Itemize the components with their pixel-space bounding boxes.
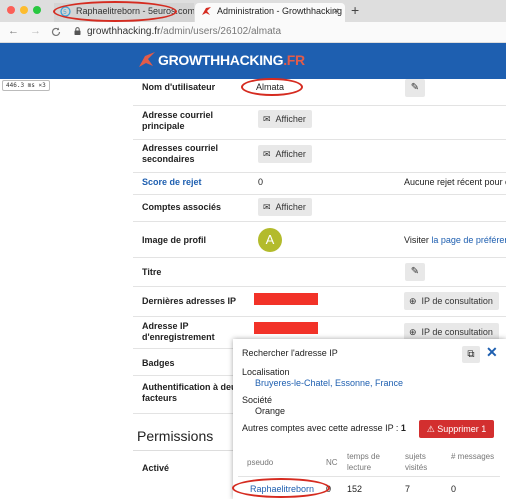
company-label: Société [242, 395, 273, 405]
address-bar: ← → growthhacking.fr/admin/users/26102/a… [0, 22, 506, 43]
title-row: Titre [133, 257, 506, 287]
forward-arrow-icon[interactable]: → [30, 25, 41, 37]
back-arrow-icon[interactable]: ← [8, 25, 19, 37]
pencil-icon: ✎ [410, 82, 420, 93]
window-maximize-button[interactable] [33, 6, 41, 14]
last-ip-label: Dernières adresses IP [142, 296, 237, 306]
reject-score-link[interactable]: Score de rejet [142, 177, 202, 188]
reject-note: Aucune rejet récent pour c [404, 177, 506, 187]
popup-title: Rechercher l'adresse IP [242, 348, 338, 358]
growthhacking-favicon-icon [202, 7, 211, 15]
column-nc[interactable]: NC [326, 457, 338, 468]
avatar[interactable]: A [258, 228, 282, 252]
perf-badge: 446.3 ms ×3 [2, 80, 50, 91]
tab-highlight-circle [53, 1, 177, 22]
window-close-button[interactable] [7, 6, 15, 14]
copy-icon: ⧉ [467, 349, 475, 360]
column-topics[interactable]: sujets visités [405, 451, 439, 473]
browser-tab-administration[interactable]: Administration - Growthhacking × [195, 3, 345, 22]
username-label: Nom d'utilisateur [142, 82, 216, 92]
reject-score-value: 0 [258, 177, 264, 187]
envelope-icon: ✉ [263, 114, 271, 124]
account-reading-time: 152 [347, 484, 363, 494]
reload-icon[interactable] [51, 27, 61, 37]
secondary-email-row: Adresses courriel secondaires [133, 139, 506, 173]
column-pseudo[interactable]: pseudo [247, 457, 273, 468]
redacted-registration-ip [254, 322, 318, 334]
show-linked-accounts-button[interactable]: ✉ Afficher [258, 198, 312, 216]
envelope-icon: ✉ [263, 202, 271, 212]
close-icon[interactable]: ✕ [486, 344, 498, 361]
company-value: Orange [255, 406, 286, 416]
copy-button[interactable]: ⧉ [462, 346, 480, 363]
warning-icon: ⚠ [426, 424, 435, 434]
location-label: Localisation [242, 367, 290, 377]
location-value: Bruyeres-le-Chatel, Essonne, France [255, 378, 404, 388]
pseudo-highlight-circle [232, 478, 330, 498]
visit-preferences: Visiter la page de préféren [404, 235, 506, 245]
column-messages[interactable]: # messages [451, 451, 495, 462]
title-label: Titre [142, 267, 162, 277]
site-header: GROWTHHACKING.FR [0, 43, 506, 79]
linked-accounts-label: Comptes associés [142, 202, 222, 212]
profile-image-label: Image de profil [142, 235, 207, 245]
primary-email-label: Adresse courriel principale [142, 110, 214, 131]
url-text[interactable]: growthhacking.fr/admin/users/26102/almat… [87, 26, 281, 37]
envelope-icon: ✉ [263, 149, 271, 159]
primary-email-row: Adresse courriel principale [133, 105, 506, 140]
badges-label: Badges [142, 358, 175, 368]
edit-title-button[interactable]: ✎ [405, 263, 425, 281]
permissions-heading: Permissions [137, 428, 214, 444]
globe-icon: ⊕ [409, 296, 417, 306]
last-ip-lookup-button[interactable]: ⊕ IP de consultation [404, 292, 499, 310]
linked-accounts-row: Comptes associés [133, 194, 506, 222]
show-secondary-email-button[interactable]: ✉ Afficher [258, 145, 312, 163]
active-label: Activé [142, 463, 170, 473]
two-factor-label: Authentification à deux facteurs [142, 382, 242, 403]
account-messages: 0 [451, 484, 457, 494]
show-primary-email-button[interactable]: ✉ Afficher [258, 110, 312, 128]
window-minimize-button[interactable] [20, 6, 28, 14]
new-tab-button[interactable]: + [351, 2, 359, 18]
lock-icon [74, 27, 81, 35]
logo-bird-icon [139, 52, 155, 67]
table-header-divider [238, 476, 500, 477]
username-highlight-circle [241, 78, 303, 96]
pencil-icon: ✎ [410, 266, 420, 277]
edit-username-button[interactable]: ✎ [405, 79, 425, 97]
site-logo[interactable]: GROWTHHACKING.FR [158, 52, 305, 68]
username-row: Nom d'utilisateur [133, 79, 506, 106]
tab-title: Administration - Growthhacking [217, 6, 343, 16]
close-tab-icon[interactable]: × [333, 3, 339, 20]
redacted-last-ip [254, 293, 318, 305]
ip-lookup-popup: Rechercher l'adresse IP ⧉ ✕ Localisation… [233, 339, 506, 499]
secondary-email-label: Adresses courriel secondaires [142, 143, 219, 164]
other-accounts-label: Autres comptes avec cette adresse IP : 1 [242, 423, 406, 433]
account-topics: 7 [405, 484, 411, 494]
permissions-divider [133, 450, 243, 451]
column-reading-time[interactable]: temps de lecture [347, 451, 387, 473]
preferences-link[interactable]: la page de préféren [431, 235, 506, 245]
registration-ip-label: Adresse IP d'enregistrement [142, 321, 215, 342]
delete-accounts-button[interactable]: ⚠ Supprimer 1 [419, 420, 494, 438]
